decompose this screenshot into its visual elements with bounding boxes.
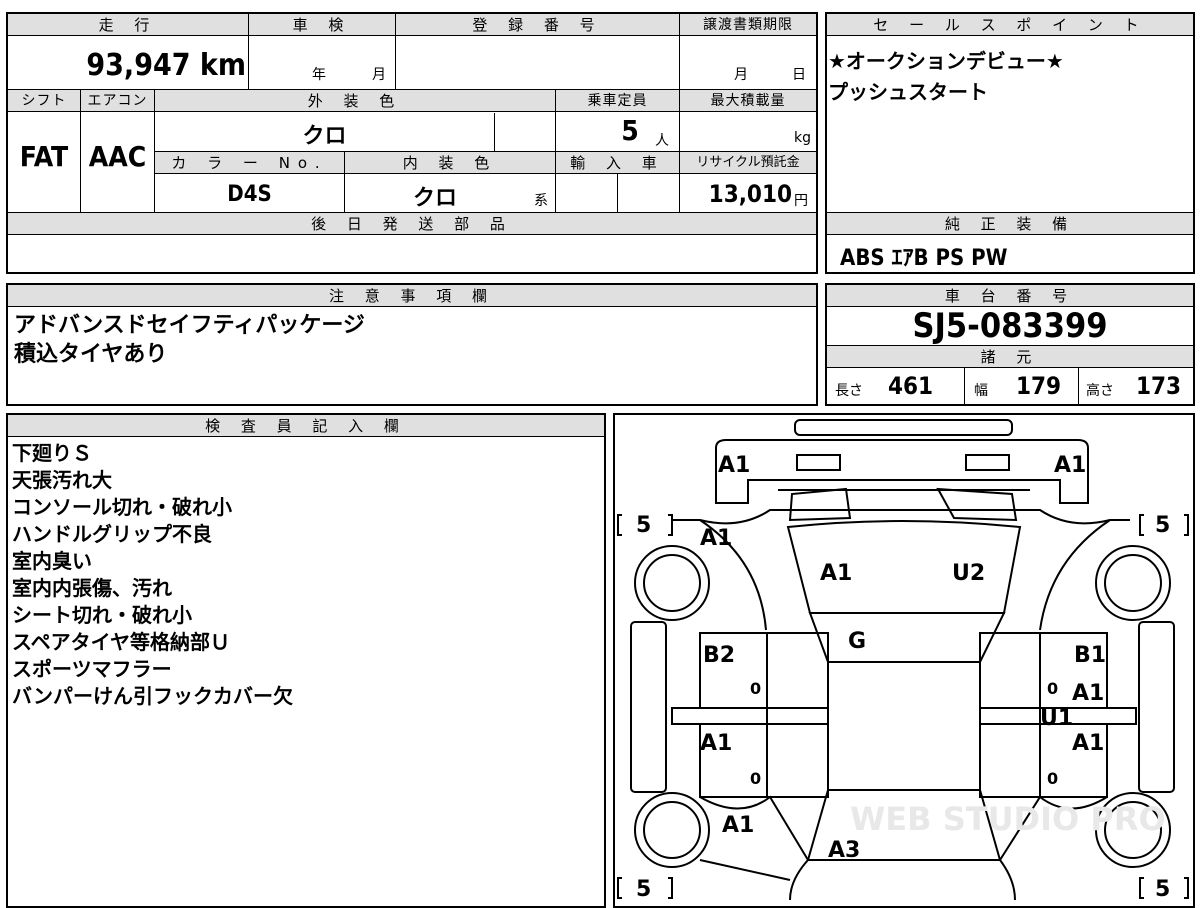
width-value: 179 <box>1016 372 1062 400</box>
door-zero: 0 <box>1047 679 1058 698</box>
registration-label: 登 録 番 号 <box>396 14 679 36</box>
mark-right-rear-door: A1 <box>1072 731 1104 756</box>
door-zero: 0 <box>750 769 761 788</box>
inspector-label: 検 査 員 記 入 欄 <box>8 415 604 437</box>
inspector-line: スペアタイヤ等格納部Ｕ <box>12 630 230 654</box>
aircon-label: エアコン <box>81 90 154 112</box>
inspector-line: 天張汚れ大 <box>12 468 112 492</box>
mark-front-right: A1 <box>1054 453 1086 478</box>
inspector-line: バンパーけん引フックカバー欠 <box>12 684 293 708</box>
max-load-unit: kg <box>794 130 811 146</box>
inspector-line: 室内臭い <box>12 549 92 573</box>
mark-right-sill: U1 <box>1040 706 1073 731</box>
mark-left-rear-door: A1 <box>700 731 732 756</box>
transfer-day: 日 <box>792 67 806 83</box>
shift-value: FAT <box>19 140 69 173</box>
mileage-label: 走 行 <box>8 14 248 36</box>
color-no-value: D4S <box>227 182 272 207</box>
aircon-value: AAC <box>88 140 147 173</box>
sales-points-label: セ ー ル ス ポ イ ン ト <box>827 14 1193 36</box>
door-zero: 0 <box>1047 769 1058 788</box>
specs-label: 諸 元 <box>827 346 1193 368</box>
notes-label: 注 意 事 項 欄 <box>8 285 816 307</box>
inspection-label: 車 検 <box>249 14 395 36</box>
inspector-line: コンソール切れ・破れ小 <box>12 495 232 519</box>
equipment-value: ABS ｴｱB PS PW <box>840 246 1008 271</box>
inspection-year: 年 <box>312 67 326 83</box>
color-no-label: カ ラ ー No. <box>155 152 344 174</box>
mark-windshield: G <box>848 629 866 654</box>
height-value: 173 <box>1136 372 1182 400</box>
car-diagram: WEB STUDIO PRO 5 5 5 5 0 0 0 0 A1 A1 A1 … <box>617 419 1189 900</box>
recycle-unit: 円 <box>794 193 808 209</box>
inspector-line: ハンドルグリップ不良 <box>12 522 212 546</box>
interior-color-value: クロ <box>412 186 457 211</box>
tire-grade-rear-left: 5 <box>636 877 651 900</box>
capacity-label: 乗車定員 <box>556 90 679 112</box>
height-label: 高さ <box>1086 383 1114 399</box>
inspector-line: シート切れ・破れ小 <box>12 603 192 627</box>
door-zero: 0 <box>750 679 761 698</box>
capacity-unit: 人 <box>655 133 669 149</box>
mark-front-left: A1 <box>718 453 750 478</box>
notes-line-2: 積込タイヤあり <box>14 342 168 367</box>
mark-right-front-door-2: A1 <box>1072 681 1104 706</box>
mark-right-front-door: B1 <box>1074 643 1106 668</box>
inspector-line: 室内内張傷、汚れ <box>12 576 172 600</box>
inspector-line: スポーツマフラー <box>12 657 172 681</box>
transfer-deadline-label: 譲渡書類期限 <box>680 14 816 36</box>
mark-left-quarter: A1 <box>722 813 754 838</box>
exterior-color-label: 外 装 色 <box>155 90 555 112</box>
interior-color-label: 内 装 色 <box>345 152 555 174</box>
tire-grade-front-right: 5 <box>1155 513 1170 538</box>
length-value: 461 <box>888 372 934 400</box>
shift-label: シフト <box>8 90 80 112</box>
mark-hood-left: A1 <box>820 561 852 586</box>
recycle-label: リサイクル預託金 <box>680 152 816 174</box>
mark-rear-gate: A3 <box>828 838 860 863</box>
inspection-month: 月 <box>372 67 386 83</box>
sales-point-line-2: プッシュスタート <box>828 80 988 104</box>
sales-point-line-1: ★オークションデビュー★ <box>828 49 1064 73</box>
mileage-value: 93,947 km <box>86 48 246 83</box>
interior-color-suffix: 系 <box>534 193 548 209</box>
equipment-label: 純 正 装 備 <box>827 213 1193 235</box>
import-label: 輸 入 車 <box>556 152 679 174</box>
width-label: 幅 <box>974 383 988 399</box>
recycle-value: 13,010 <box>708 180 792 208</box>
capacity-value: 5 <box>621 114 639 147</box>
later-parts-label: 後 日 発 送 部 品 <box>8 213 816 235</box>
length-label: 長さ <box>835 383 863 399</box>
inspector-line: 下廻りＳ <box>12 441 92 465</box>
chassis-number: SJ5-083399 <box>912 306 1108 346</box>
tire-grade-rear-right: 5 <box>1155 877 1170 900</box>
notes-line-1: アドバンスドセイフティパッケージ <box>14 313 365 338</box>
mark-left-front-door: B2 <box>703 643 735 668</box>
transfer-month: 月 <box>734 67 748 83</box>
tire-grade-front-left: 5 <box>636 513 651 538</box>
exterior-color-value: クロ <box>302 124 347 149</box>
mark-left-fender: A1 <box>700 526 732 551</box>
watermark: WEB STUDIO PRO <box>850 800 1166 838</box>
chassis-label: 車 台 番 号 <box>827 285 1193 307</box>
mark-hood-right: U2 <box>952 561 985 586</box>
max-load-label: 最大積載量 <box>680 90 816 112</box>
inspector-notes: 下廻りＳ 天張汚れ大 コンソール切れ・破れ小 ハンドルグリップ不良 室内臭い 室… <box>12 440 293 710</box>
